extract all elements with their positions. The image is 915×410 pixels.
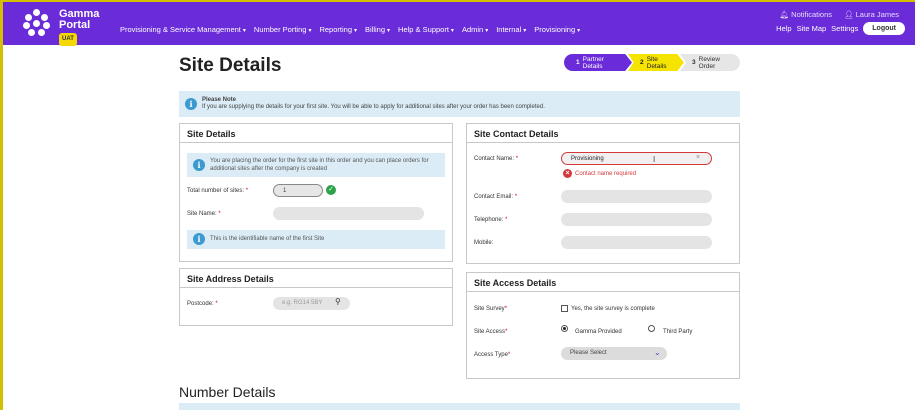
third-party-radio[interactable]	[648, 325, 655, 332]
telephone-label: Telephone: *	[474, 217, 508, 223]
top-header: Gamma Portal UAT Provisioning & Service …	[3, 2, 915, 46]
chevron-down-icon: ▾	[242, 28, 246, 34]
check-icon: ✓	[326, 185, 336, 195]
site-survey-option-label: Yes, the site survey is complete	[571, 306, 655, 312]
main-nav: Provisioning & Service Management ▾ Numbe…	[120, 25, 588, 34]
text-cursor-icon: I	[653, 155, 656, 164]
site-access-label: Site Access*	[474, 329, 508, 335]
mobile-input[interactable]	[561, 236, 712, 249]
first-site-info: i You are placing the order for the firs…	[187, 153, 445, 177]
info-icon: i	[193, 233, 205, 245]
nav-provisioning[interactable]: Provisioning ▾	[534, 25, 580, 34]
user-bar: 🔔︎ Notifications 👤︎ Laura James	[780, 10, 899, 19]
chevron-down-icon: ▾	[354, 28, 358, 34]
clear-icon[interactable]: ×	[696, 154, 700, 161]
step-site-details[interactable]: 2 Site Details	[628, 54, 684, 71]
contact-email-input[interactable]	[561, 190, 712, 203]
gamma-provided-radio[interactable]	[561, 325, 568, 332]
number-details-banner	[179, 403, 740, 410]
site-access-heading: Site Access Details	[467, 273, 739, 292]
postcode-label: Postcode: *	[187, 301, 218, 307]
chevron-down-icon: ▾	[485, 28, 489, 34]
chevron-down-icon: ▾	[450, 28, 454, 34]
step-partner-details[interactable]: 1 Partner Details	[564, 54, 632, 71]
site-name-hint: i This is the identifiable name of the f…	[187, 230, 445, 249]
error-icon: ×	[563, 169, 572, 178]
please-note-banner: i Please Note If you are supplying the d…	[179, 91, 740, 117]
notifications-link[interactable]: 🔔︎ Notifications	[780, 10, 832, 19]
chevron-down-icon: ▾	[387, 28, 391, 34]
bell-icon: 🔔︎	[779, 10, 790, 19]
env-badge: UAT	[59, 33, 77, 46]
nav-help-support[interactable]: Help & Support ▾	[398, 25, 454, 34]
access-type-select[interactable]: Please Select	[561, 347, 667, 360]
brand-name-line2: Portal	[59, 19, 91, 31]
sitemap-link[interactable]: Site Map	[797, 24, 827, 33]
contact-name-error: × Contact name required	[563, 169, 636, 178]
order-progress-steps: 1 Partner Details 2 Site Details 3 Review O…	[564, 54, 740, 71]
site-survey-label: Site Survey*	[474, 306, 508, 312]
site-details-panel: Site Details i You are placing the order…	[179, 123, 453, 262]
chevron-down-icon: ⌄	[654, 348, 661, 357]
nav-number-porting[interactable]: Number Porting ▾	[254, 25, 312, 34]
site-contact-panel: Site Contact Details Contact Name: * Pro…	[466, 123, 740, 264]
window-frame-left	[0, 0, 3, 410]
site-survey-checkbox[interactable]	[561, 305, 568, 312]
site-address-panel: Site Address Details Postcode: * e.g. RG…	[179, 268, 453, 326]
notice-title: Please Note	[202, 97, 237, 103]
notice-text: If you are supplying the details for you…	[202, 104, 545, 110]
logout-button[interactable]: Logout	[863, 22, 905, 35]
header-links: Help Site Map Settings Logout	[776, 22, 905, 35]
gamma-logo-icon	[23, 9, 51, 37]
search-icon[interactable]: ⚲	[335, 297, 341, 306]
settings-link[interactable]: Settings	[831, 24, 858, 33]
chevron-down-icon: ▾	[577, 28, 581, 34]
site-address-heading: Site Address Details	[180, 269, 452, 288]
nav-internal[interactable]: Internal ▾	[496, 25, 526, 34]
site-access-panel: Site Access Details Site Survey* Yes, th…	[466, 272, 740, 379]
number-details-heading: Number Details	[179, 384, 276, 400]
help-link[interactable]: Help	[776, 24, 791, 33]
contact-email-label: Contact Email: *	[474, 194, 518, 200]
site-details-heading: Site Details	[180, 124, 452, 143]
total-sites-label: Total number of sites: *	[187, 188, 249, 194]
contact-name-input[interactable]: Provisioning	[561, 152, 712, 165]
nav-admin[interactable]: Admin ▾	[462, 25, 488, 34]
access-type-label: Access Type*	[474, 352, 511, 358]
gamma-provided-label: Gamma Provided	[575, 329, 622, 335]
chevron-down-icon: ▾	[308, 28, 312, 34]
chevron-down-icon: ▾	[523, 28, 527, 34]
third-party-label: Third Party	[663, 329, 693, 335]
info-icon: i	[193, 159, 205, 171]
user-menu[interactable]: 👤︎ Laura James	[844, 10, 899, 19]
contact-name-label: Contact Name: *	[474, 156, 519, 162]
info-icon: i	[185, 98, 197, 110]
brand-logo[interactable]: Gamma Portal UAT	[23, 9, 99, 46]
nav-provisioning-service-management[interactable]: Provisioning & Service Management ▾	[120, 25, 246, 34]
nav-billing[interactable]: Billing ▾	[365, 25, 390, 34]
mobile-label: Mobile:	[474, 240, 494, 246]
user-icon: 👤︎	[844, 10, 854, 19]
site-contact-heading: Site Contact Details	[467, 124, 739, 143]
total-sites-input[interactable]: 1	[273, 184, 323, 197]
step-review-order[interactable]: 3 Review Order	[680, 54, 740, 71]
telephone-input[interactable]	[561, 213, 712, 226]
site-name-input[interactable]	[273, 207, 424, 220]
page-title: Site Details	[179, 55, 282, 76]
site-name-label: Site Name: *	[187, 211, 221, 217]
nav-reporting[interactable]: Reporting ▾	[319, 25, 357, 34]
